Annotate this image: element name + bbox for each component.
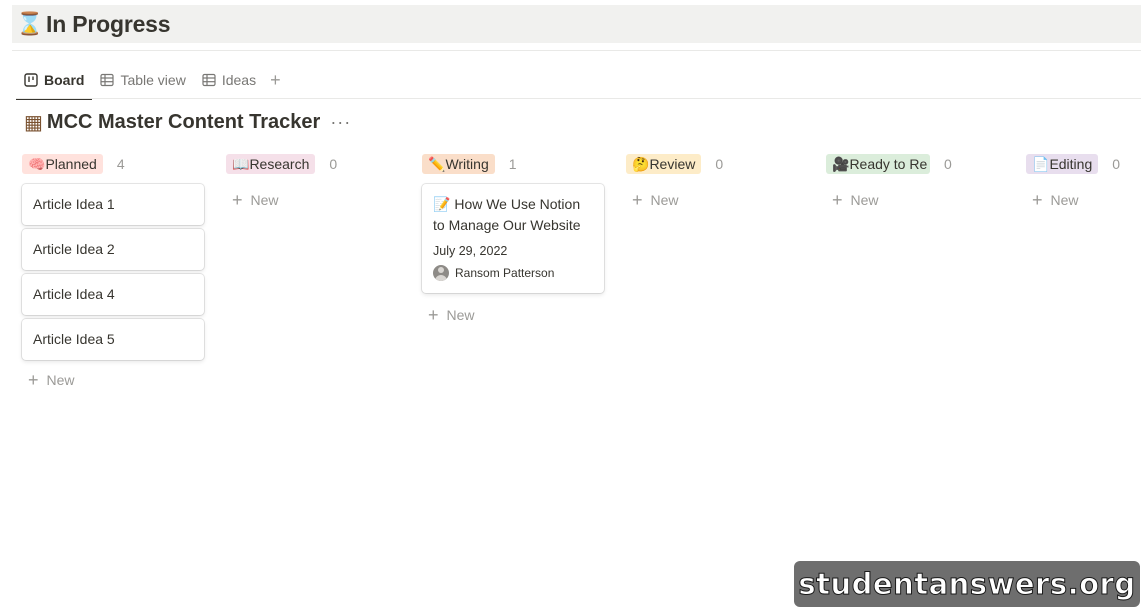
tab-ideas-label: Ideas xyxy=(221,72,257,88)
tab-board-label: Board xyxy=(44,72,85,88)
card-list: 📝 How We Use Notion to Manage Our Websit… xyxy=(422,184,604,293)
tab-table-view-label: Table view xyxy=(120,72,186,88)
status-label: Planned xyxy=(45,156,97,172)
column-research: 📖 Research 0 + New xyxy=(226,152,408,212)
page-header: ⌛ In Progress xyxy=(12,5,1141,43)
table-icon xyxy=(100,73,115,87)
new-card-button[interactable]: + New xyxy=(626,188,808,212)
tab-board[interactable]: Board xyxy=(16,61,93,100)
column-header[interactable]: ✏️ Writing 1 xyxy=(422,152,604,176)
plus-icon: + xyxy=(832,189,843,210)
movie-camera-icon: 🎥 xyxy=(832,155,850,172)
memo-icon: 📝 xyxy=(433,196,451,212)
assignee-name: Ransom Patterson xyxy=(455,266,555,280)
new-card-button[interactable]: + New xyxy=(826,188,1008,212)
status-pill-review: 🤔 Review xyxy=(626,154,702,174)
column-editing: 📄 Editing 0 + New xyxy=(1026,152,1141,212)
status-pill-planned: 🧠 Planned xyxy=(22,154,103,174)
header-divider xyxy=(12,50,1141,51)
watermark-text: studentanswers.org xyxy=(798,567,1136,602)
board-card[interactable]: Article Idea 4 xyxy=(22,274,204,315)
status-pill-editing: 📄 Editing xyxy=(1026,154,1099,174)
status-label: Review xyxy=(649,156,696,172)
status-pill-research: 📖 Research xyxy=(226,154,316,174)
more-options-button[interactable]: ··· xyxy=(330,112,351,133)
column-count: 0 xyxy=(1112,156,1121,172)
status-pill-writing: ✏️ Writing xyxy=(422,154,495,174)
new-label: New xyxy=(1050,192,1079,208)
status-label: Writing xyxy=(445,156,489,172)
new-card-button[interactable]: + New xyxy=(422,303,604,327)
column-writing: ✏️ Writing 1 📝 How We Use Notion to Mana… xyxy=(422,152,604,327)
status-pill-ready: 🎥 Ready to Re xyxy=(826,154,930,174)
column-ready-to-record: 🎥 Ready to Re 0 + New xyxy=(826,152,1008,212)
tab-table-view[interactable]: Table view xyxy=(92,61,193,99)
new-label: New xyxy=(250,192,279,208)
pencil-icon: ✏️ xyxy=(428,155,446,172)
new-label: New xyxy=(46,372,75,388)
column-count: 0 xyxy=(329,156,338,172)
page-icon: 📄 xyxy=(1032,155,1050,172)
view-tabs: Board Table view Ideas + xyxy=(16,60,287,100)
plus-icon: + xyxy=(232,189,243,210)
board-icon xyxy=(24,73,38,87)
column-count: 0 xyxy=(715,156,724,172)
status-label: Research xyxy=(249,156,310,172)
board-card[interactable]: Article Idea 2 xyxy=(22,229,204,270)
plus-icon: + xyxy=(428,304,439,325)
new-card-button[interactable]: + New xyxy=(226,188,408,212)
kanban-board: 🧠 Planned 4 Article Idea 1 Article Idea … xyxy=(22,152,1141,592)
column-header[interactable]: 🤔 Review 0 xyxy=(626,152,808,176)
board-card[interactable]: 📝 How We Use Notion to Manage Our Websit… xyxy=(422,184,604,293)
database-header: ▦ MCC Master Content Tracker ··· xyxy=(24,110,351,135)
card-list: Article Idea 1 Article Idea 2 Article Id… xyxy=(22,184,204,360)
status-label: Ready to Re xyxy=(849,156,928,172)
watermark: studentanswers.org xyxy=(794,561,1140,607)
column-count: 4 xyxy=(116,156,125,172)
column-planned: 🧠 Planned 4 Article Idea 1 Article Idea … xyxy=(22,152,204,392)
tabs-divider xyxy=(16,98,1141,99)
board-card[interactable]: Article Idea 5 xyxy=(22,319,204,360)
new-label: New xyxy=(850,192,879,208)
column-header[interactable]: 🧠 Planned 4 xyxy=(22,152,204,176)
hourglass-icon[interactable]: ⌛ xyxy=(16,11,43,37)
card-title-text: How We Use Notion to Manage Our Website xyxy=(433,196,581,233)
new-label: New xyxy=(446,307,475,323)
thinking-face-icon: 🤔 xyxy=(632,155,650,172)
brain-icon: 🧠 xyxy=(28,155,46,172)
column-count: 0 xyxy=(944,156,952,172)
status-label: Editing xyxy=(1049,156,1093,172)
tab-ideas[interactable]: Ideas xyxy=(194,61,264,99)
card-date: July 29, 2022 xyxy=(433,244,508,258)
column-count: 1 xyxy=(508,156,517,172)
column-header[interactable]: 📖 Research 0 xyxy=(226,152,408,176)
tracker-icon: ▦ xyxy=(24,112,43,134)
avatar xyxy=(433,265,449,281)
database-title[interactable]: MCC Master Content Tracker xyxy=(47,111,320,134)
plus-icon: + xyxy=(632,189,643,210)
page-title[interactable]: In Progress xyxy=(46,11,171,38)
new-card-button[interactable]: + New xyxy=(22,368,204,392)
column-header[interactable]: 📄 Editing 0 xyxy=(1026,152,1141,176)
plus-icon: + xyxy=(1032,189,1043,210)
add-view-button[interactable]: + xyxy=(264,70,287,91)
new-card-button[interactable]: + New xyxy=(1026,188,1141,212)
plus-icon: + xyxy=(28,369,39,390)
column-review: 🤔 Review 0 + New xyxy=(626,152,808,212)
book-icon: 📖 xyxy=(232,155,250,172)
new-label: New xyxy=(650,192,679,208)
board-card[interactable]: Article Idea 1 xyxy=(22,184,204,225)
card-assignee: Ransom Patterson xyxy=(433,265,593,281)
column-header[interactable]: 🎥 Ready to Re 0 xyxy=(826,152,1008,176)
table-icon xyxy=(202,73,216,87)
card-title: 📝 How We Use Notion to Manage Our Websit… xyxy=(433,194,593,236)
